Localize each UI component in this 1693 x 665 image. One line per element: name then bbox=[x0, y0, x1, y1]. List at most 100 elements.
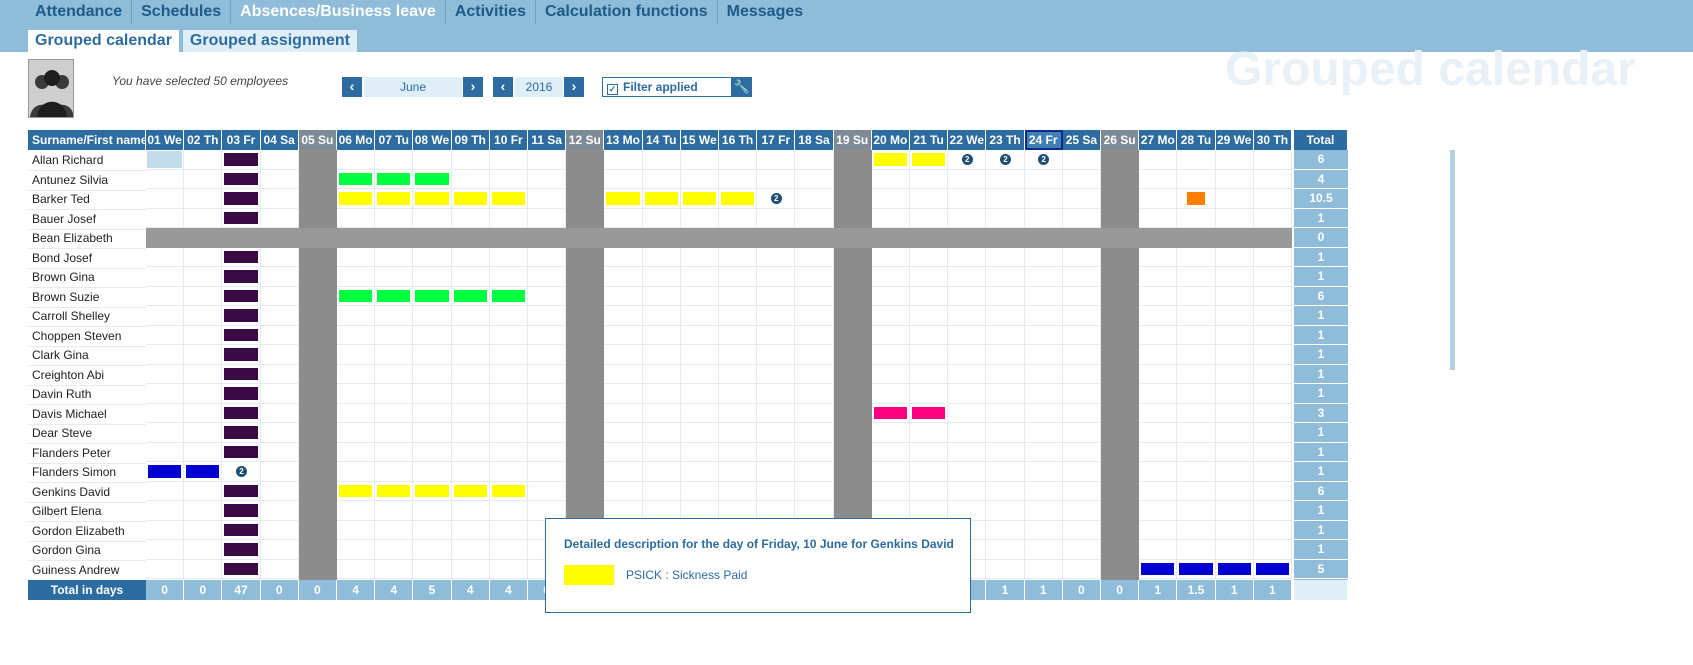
calendar-cell[interactable] bbox=[642, 150, 681, 170]
column-header-day[interactable]: 19 Su bbox=[833, 130, 872, 150]
calendar-cell[interactable] bbox=[337, 384, 376, 404]
multi-entry-badge[interactable]: 2 bbox=[961, 154, 973, 166]
calendar-cell[interactable] bbox=[642, 442, 681, 462]
calendar-cell[interactable] bbox=[833, 306, 872, 326]
calendar-cell[interactable] bbox=[413, 150, 452, 170]
calendar-cell[interactable] bbox=[757, 267, 796, 287]
calendar-cell[interactable] bbox=[1101, 286, 1140, 306]
calendar-cell[interactable] bbox=[1024, 189, 1063, 209]
calendar-cell[interactable] bbox=[260, 345, 299, 365]
calendar-cell[interactable] bbox=[910, 267, 949, 287]
calendar-cell[interactable] bbox=[489, 208, 528, 228]
calendar-cell[interactable] bbox=[489, 267, 528, 287]
calendar-cell[interactable] bbox=[566, 481, 605, 501]
absence-bar[interactable] bbox=[721, 192, 755, 205]
column-header-day[interactable]: 23 Th bbox=[986, 130, 1025, 150]
calendar-cell[interactable] bbox=[604, 150, 643, 170]
calendar-cell[interactable] bbox=[1101, 208, 1140, 228]
calendar-cell[interactable] bbox=[528, 169, 567, 189]
absence-bar[interactable] bbox=[377, 172, 411, 185]
calendar-cell[interactable] bbox=[910, 325, 949, 345]
calendar-cell[interactable] bbox=[566, 189, 605, 209]
calendar-cell[interactable] bbox=[451, 345, 490, 365]
calendar-cell[interactable] bbox=[910, 150, 949, 170]
calendar-cell[interactable] bbox=[1139, 481, 1178, 501]
calendar-cell[interactable] bbox=[1253, 442, 1292, 462]
calendar-cell[interactable] bbox=[184, 384, 223, 404]
calendar-cell[interactable] bbox=[375, 540, 414, 560]
calendar-cell[interactable] bbox=[184, 306, 223, 326]
calendar-cell[interactable] bbox=[1024, 481, 1063, 501]
calendar-cell[interactable] bbox=[1215, 150, 1254, 170]
calendar-cell[interactable] bbox=[184, 462, 223, 482]
calendar-cell[interactable] bbox=[146, 540, 185, 560]
absence-bar[interactable] bbox=[224, 504, 258, 517]
calendar-cell[interactable] bbox=[489, 481, 528, 501]
calendar-cell[interactable] bbox=[1215, 442, 1254, 462]
calendar-cell[interactable] bbox=[375, 501, 414, 521]
calendar-cell[interactable] bbox=[986, 423, 1025, 443]
calendar-cell[interactable] bbox=[680, 345, 719, 365]
multi-entry-badge[interactable]: 2 bbox=[999, 154, 1011, 166]
calendar-cell[interactable] bbox=[1177, 150, 1216, 170]
calendar-cell[interactable] bbox=[948, 208, 987, 228]
calendar-cell[interactable] bbox=[833, 384, 872, 404]
calendar-cell[interactable] bbox=[833, 325, 872, 345]
calendar-cell[interactable] bbox=[1101, 364, 1140, 384]
calendar-cell[interactable] bbox=[375, 306, 414, 326]
calendar-cell[interactable] bbox=[451, 150, 490, 170]
calendar-cell[interactable] bbox=[260, 169, 299, 189]
calendar-cell[interactable] bbox=[1215, 501, 1254, 521]
calendar-cell[interactable] bbox=[298, 286, 337, 306]
calendar-cell[interactable] bbox=[795, 189, 834, 209]
calendar-cell[interactable] bbox=[375, 462, 414, 482]
calendar-cell[interactable] bbox=[795, 150, 834, 170]
absence-bar[interactable] bbox=[224, 172, 258, 185]
calendar-cell[interactable] bbox=[260, 384, 299, 404]
calendar-cell[interactable] bbox=[451, 247, 490, 267]
column-header-day[interactable]: 10 Fr bbox=[489, 130, 528, 150]
calendar-cell[interactable] bbox=[451, 384, 490, 404]
column-header-day[interactable]: 14 Tu bbox=[642, 130, 681, 150]
calendar-cell[interactable] bbox=[1062, 520, 1101, 540]
calendar-cell[interactable] bbox=[910, 306, 949, 326]
calendar-cell[interactable] bbox=[566, 306, 605, 326]
calendar-cell[interactable] bbox=[680, 150, 719, 170]
calendar-cell[interactable] bbox=[986, 520, 1025, 540]
calendar-cell[interactable] bbox=[910, 481, 949, 501]
absence-bar[interactable] bbox=[606, 192, 640, 205]
calendar-cell[interactable] bbox=[413, 481, 452, 501]
calendar-cell[interactable] bbox=[413, 247, 452, 267]
calendar-cell[interactable] bbox=[413, 208, 452, 228]
calendar-cell[interactable] bbox=[146, 364, 185, 384]
employee-name[interactable]: Creighton Abi bbox=[28, 365, 146, 386]
calendar-cell[interactable] bbox=[757, 345, 796, 365]
calendar-cell[interactable] bbox=[604, 247, 643, 267]
calendar-cell[interactable] bbox=[680, 286, 719, 306]
calendar-cell[interactable] bbox=[222, 423, 261, 443]
calendar-cell[interactable] bbox=[413, 286, 452, 306]
calendar-cell[interactable] bbox=[642, 481, 681, 501]
calendar-cell[interactable] bbox=[489, 150, 528, 170]
calendar-cell[interactable] bbox=[871, 423, 910, 443]
employee-name[interactable]: Davin Ruth bbox=[28, 384, 146, 405]
calendar-cell[interactable] bbox=[146, 189, 185, 209]
calendar-cell[interactable] bbox=[604, 384, 643, 404]
calendar-cell[interactable] bbox=[298, 540, 337, 560]
absence-bar[interactable] bbox=[453, 192, 487, 205]
calendar-cell[interactable] bbox=[451, 286, 490, 306]
calendar-cell[interactable] bbox=[375, 364, 414, 384]
calendar-cell[interactable] bbox=[528, 286, 567, 306]
calendar-cell[interactable] bbox=[528, 481, 567, 501]
calendar-cell[interactable] bbox=[1215, 364, 1254, 384]
calendar-cell[interactable] bbox=[489, 462, 528, 482]
calendar-cell[interactable] bbox=[375, 403, 414, 423]
calendar-cell[interactable] bbox=[795, 364, 834, 384]
calendar-cell[interactable] bbox=[451, 364, 490, 384]
calendar-cell[interactable] bbox=[184, 286, 223, 306]
absence-bar[interactable] bbox=[224, 328, 258, 341]
calendar-cell[interactable] bbox=[451, 462, 490, 482]
calendar-cell[interactable] bbox=[298, 501, 337, 521]
calendar-cell[interactable] bbox=[719, 306, 758, 326]
calendar-cell[interactable] bbox=[795, 345, 834, 365]
